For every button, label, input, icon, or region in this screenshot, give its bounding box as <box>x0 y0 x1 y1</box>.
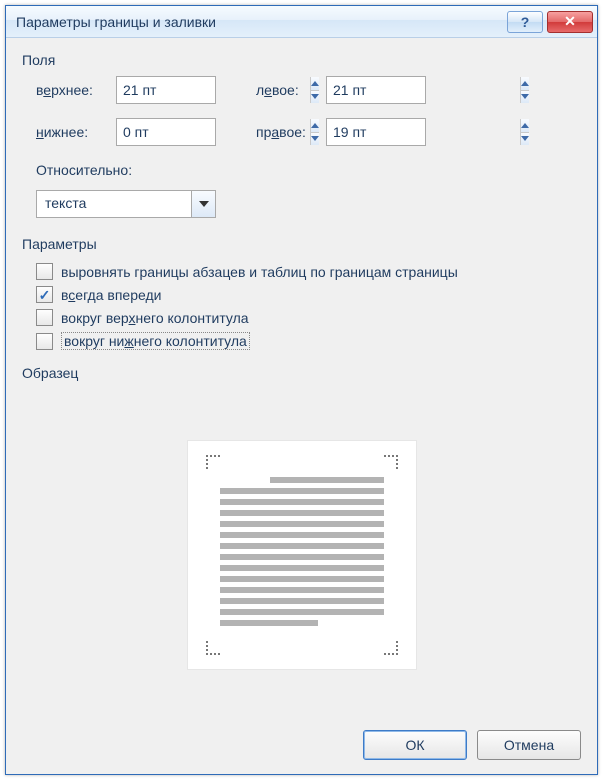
dialog-window: Параметры границы и заливки ? ✕ Поля вер… <box>5 5 598 775</box>
ok-button[interactable]: ОК <box>363 730 467 760</box>
chevron-up-icon <box>521 123 529 128</box>
cancel-button-label: Отмена <box>504 737 554 753</box>
option-around-footer[interactable]: вокруг нижнего колонтитула <box>36 332 581 350</box>
titlebar: Параметры границы и заливки ? ✕ <box>6 6 597 38</box>
margin-top-label: верхнее: <box>36 82 116 98</box>
corner-marker-bl <box>206 641 220 655</box>
help-icon: ? <box>521 14 530 30</box>
option-around-header[interactable]: вокруг верхнего колонтитула <box>36 309 581 326</box>
around-footer-label: вокруг нижнего колонтитула <box>61 332 250 350</box>
chevron-down-icon <box>521 94 529 99</box>
ok-button-label: ОК <box>405 737 424 753</box>
margin-right-down[interactable] <box>521 133 529 146</box>
margin-right-input[interactable] <box>327 119 520 145</box>
margin-right-spinner[interactable] <box>326 118 426 146</box>
preview-box <box>187 440 417 670</box>
margin-right-spin-buttons <box>520 119 529 145</box>
margin-bottom-label: нижнее: <box>36 124 116 140</box>
close-icon: ✕ <box>564 13 576 30</box>
margin-left-spinner[interactable] <box>326 76 426 104</box>
option-align-borders[interactable]: выровнять границы абзацев и таблиц по гр… <box>36 263 581 280</box>
fields-group-label: Поля <box>22 52 581 68</box>
checkmark-icon: ✓ <box>39 288 51 302</box>
margin-bottom-spinner[interactable] <box>116 118 216 146</box>
option-always-front[interactable]: ✓ всегда впереди <box>36 286 581 303</box>
chevron-down-icon <box>521 136 529 141</box>
corner-marker-tr <box>384 455 398 469</box>
margin-left-label: левое: <box>256 82 326 98</box>
margin-left-spin-buttons <box>520 77 529 103</box>
relative-combo[interactable]: текста <box>36 190 216 218</box>
preview-group-label: Образец <box>22 365 581 381</box>
dialog-title: Параметры границы и заливки <box>16 14 507 30</box>
align-borders-label: выровнять границы абзацев и таблиц по гр… <box>61 264 458 280</box>
dialog-button-row: ОК Отмена <box>22 720 581 760</box>
align-borders-checkbox[interactable] <box>36 263 53 280</box>
preview-area <box>22 389 581 720</box>
relative-row: Относительно: <box>36 162 581 178</box>
params-group-label: Параметры <box>22 236 581 252</box>
chevron-down-icon <box>199 201 209 207</box>
always-front-label: всегда впереди <box>61 287 161 303</box>
relative-value: текста <box>37 191 191 217</box>
titlebar-buttons: ? ✕ <box>507 11 593 33</box>
corner-marker-tl <box>206 455 220 469</box>
close-button[interactable]: ✕ <box>547 11 593 33</box>
always-front-checkbox[interactable]: ✓ <box>36 286 53 303</box>
cancel-button[interactable]: Отмена <box>477 730 581 760</box>
margin-left-down[interactable] <box>521 91 529 104</box>
margin-top-spinner[interactable] <box>116 76 216 104</box>
relative-label: Относительно: <box>36 162 132 178</box>
margin-left-input[interactable] <box>327 77 520 103</box>
chevron-up-icon <box>521 81 529 86</box>
around-header-checkbox[interactable] <box>36 309 53 326</box>
relative-dropdown-button[interactable] <box>191 191 215 217</box>
margin-left-up[interactable] <box>521 77 529 91</box>
help-button[interactable]: ? <box>507 11 543 33</box>
margins-grid: верхнее: левое: нижнее: <box>36 76 581 146</box>
preview-text-lines <box>220 477 384 637</box>
around-header-label: вокруг верхнего колонтитула <box>61 310 249 326</box>
margin-right-label: правое: <box>256 124 326 140</box>
margin-right-up[interactable] <box>521 119 529 133</box>
dialog-content: Поля верхнее: левое: нижнее: <box>6 38 597 774</box>
around-footer-checkbox[interactable] <box>36 333 53 350</box>
corner-marker-br <box>384 641 398 655</box>
